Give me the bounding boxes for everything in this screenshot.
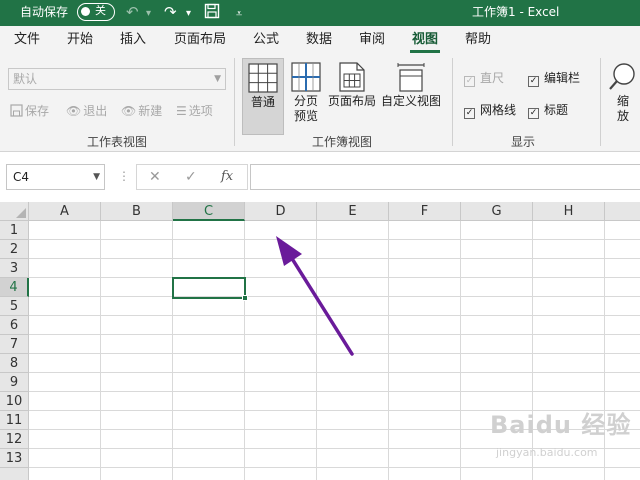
watermark-logo: Baidu 经验 [490, 411, 632, 439]
watermark-url: jingyan.baidu.com [496, 446, 598, 459]
annotation-arrow [276, 236, 354, 356]
